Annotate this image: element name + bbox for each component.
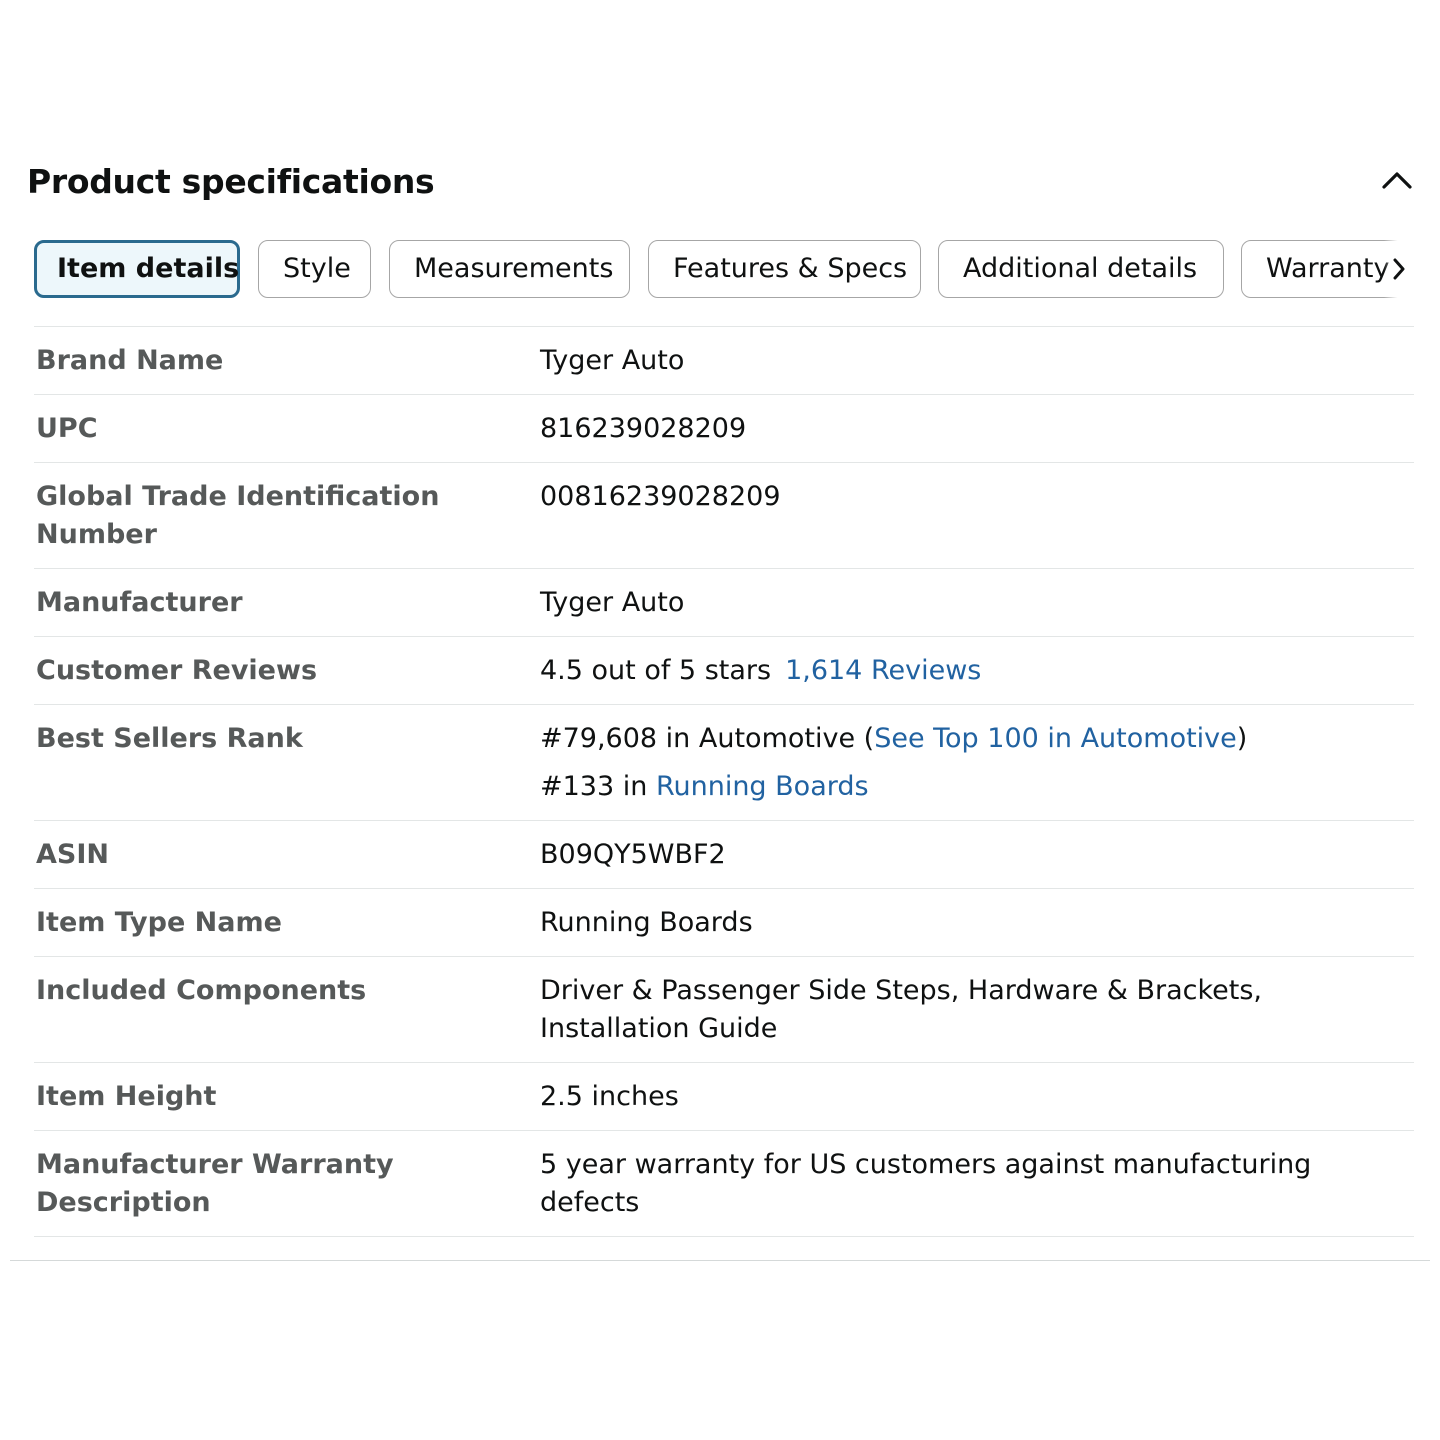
spec-row-item-height: Item Height 2.5 inches <box>34 1063 1414 1131</box>
chevron-up-icon <box>1382 172 1412 189</box>
spec-row-customer-reviews: Customer Reviews 4.5 out of 5 stars 1,614… <box>34 637 1414 705</box>
spec-label: Included Components <box>36 975 367 1006</box>
chevron-right-icon <box>1393 258 1405 280</box>
spec-table: Brand Name Tyger Auto UPC 816239028209 G… <box>34 326 1414 1237</box>
tabs-scroll-right-button[interactable] <box>1384 240 1414 298</box>
spec-label: Item Height <box>36 1081 217 1112</box>
spec-value: 4.5 out of 5 stars 1,614 Reviews <box>540 652 1414 690</box>
spec-label: Manufacturer Warranty Description <box>36 1149 394 1218</box>
spec-value: 816239028209 <box>540 413 747 444</box>
rank-line: #133 in Running Boards <box>540 768 1414 806</box>
running-boards-link[interactable]: Running Boards <box>656 771 869 802</box>
spec-label: Brand Name <box>36 345 224 376</box>
spec-label: UPC <box>36 413 98 444</box>
top-100-automotive-link[interactable]: See Top 100 in Automotive <box>874 723 1237 754</box>
section-title: Product specifications <box>27 162 435 201</box>
rank-close-paren: ) <box>1236 723 1248 754</box>
spec-value: 5 year warranty for US customers against… <box>540 1149 1312 1218</box>
tab-item-details[interactable]: Item details <box>34 240 240 298</box>
reviews-link[interactable]: 1,614 Reviews <box>785 655 981 686</box>
spec-label: Global Trade Identification Number <box>36 481 440 550</box>
spec-row-warranty-description: Manufacturer Warranty Description 5 year… <box>34 1131 1414 1237</box>
spec-row-gtin: Global Trade Identification Number 00816… <box>34 463 1414 569</box>
spec-row-manufacturer: Manufacturer Tyger Auto <box>34 569 1414 637</box>
spec-value: Driver & Passenger Side Steps, Hardware … <box>540 975 1262 1044</box>
spec-label: Best Sellers Rank <box>36 723 303 754</box>
spec-label: Customer Reviews <box>36 655 318 686</box>
rank-line: #79,608 in Automotive (See Top 100 in Au… <box>540 720 1414 758</box>
collapse-toggle-button[interactable] <box>1374 160 1420 200</box>
tab-style[interactable]: Style <box>258 240 371 298</box>
spec-row-item-type-name: Item Type Name Running Boards <box>34 889 1414 957</box>
spec-row-upc: UPC 816239028209 <box>34 395 1414 463</box>
spec-value: Tyger Auto <box>540 587 685 618</box>
spec-label: Manufacturer <box>36 587 243 618</box>
tab-measurements[interactable]: Measurements <box>389 240 630 298</box>
spec-value: Running Boards <box>540 907 753 938</box>
spec-value: Tyger Auto <box>540 345 685 376</box>
rank-text: #79,608 in Automotive ( <box>540 723 875 754</box>
spec-row-asin: ASIN B09QY5WBF2 <box>34 821 1414 889</box>
spec-value: #79,608 in Automotive (See Top 100 in Au… <box>540 720 1414 806</box>
spec-label: ASIN <box>36 839 109 870</box>
spec-value: B09QY5WBF2 <box>540 839 726 870</box>
tab-additional-details[interactable]: Additional details <box>938 240 1224 298</box>
spec-tabs: Item details Style Measurements Features… <box>34 240 1414 300</box>
section-divider <box>10 1260 1430 1261</box>
spec-value: 2.5 inches <box>540 1081 679 1112</box>
spec-value: 00816239028209 <box>540 481 781 512</box>
spec-label: Item Type Name <box>36 907 282 938</box>
rating-text: 4.5 out of 5 stars <box>540 655 772 686</box>
spec-row-included-components: Included Components Driver & Passenger S… <box>34 957 1414 1063</box>
spec-row-brand-name: Brand Name Tyger Auto <box>34 327 1414 395</box>
spec-row-best-sellers-rank: Best Sellers Rank #79,608 in Automotive … <box>34 705 1414 821</box>
rank-text: #133 in <box>540 771 656 802</box>
tab-features-specs[interactable]: Features & Specs <box>648 240 921 298</box>
